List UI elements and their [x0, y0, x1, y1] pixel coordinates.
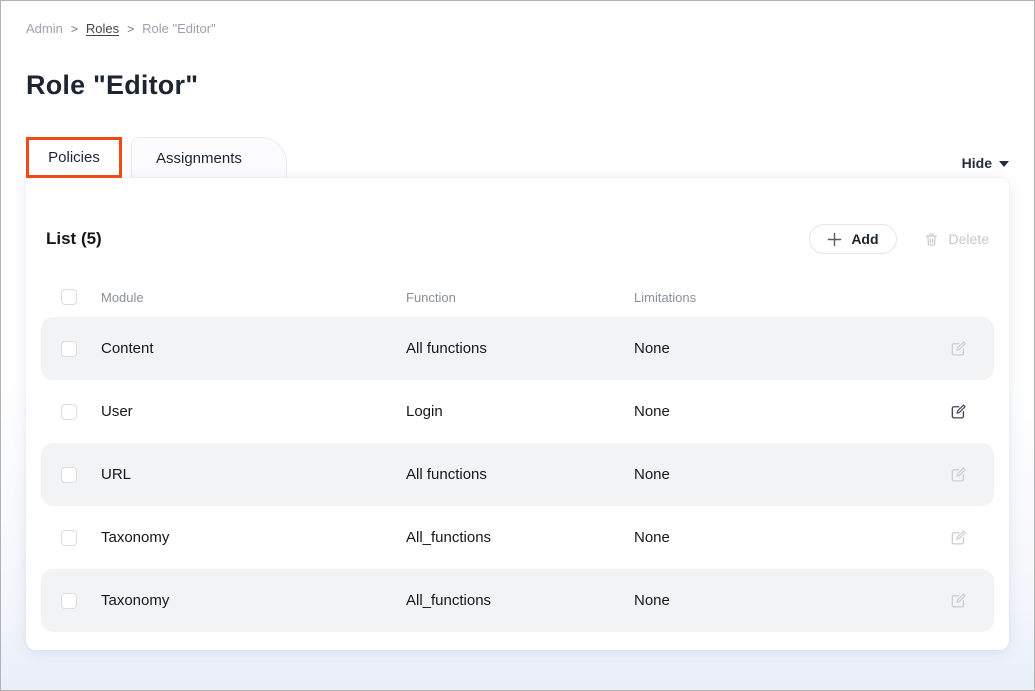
admin-page: Admin > Roles > Role "Editor" Role "Edit… — [1, 21, 1034, 650]
breadcrumb-item-current: Role "Editor" — [142, 21, 216, 36]
tab-policies[interactable]: Policies — [26, 137, 122, 178]
column-header-function: Function — [406, 290, 634, 305]
chevron-down-icon — [999, 161, 1009, 167]
edit-icon — [949, 339, 968, 358]
select-all-checkbox[interactable] — [61, 289, 77, 305]
breadcrumb-item-admin[interactable]: Admin — [26, 21, 63, 36]
edit-row-button[interactable] — [938, 465, 978, 484]
table-row[interactable]: URL All functions None — [41, 443, 994, 506]
panel-actions: Add Delete — [809, 224, 989, 254]
cell-module: User — [101, 403, 406, 420]
table-rows: Content All functions None User Login — [41, 317, 994, 632]
table-row[interactable]: Taxonomy All_functions None — [41, 569, 994, 632]
cell-function: Login — [406, 403, 634, 420]
plus-icon — [827, 232, 842, 247]
page-title: Role "Editor" — [26, 70, 1009, 101]
table-header: Module Function Limitations — [41, 280, 994, 314]
tab-bar: Policies Assignments Hide — [26, 137, 1009, 178]
cell-function: All_functions — [406, 592, 634, 609]
row-checkbox[interactable] — [61, 530, 77, 546]
table-row[interactable]: User Login None — [41, 380, 994, 443]
breadcrumb-item-roles[interactable]: Roles — [86, 21, 119, 36]
cell-function: All functions — [406, 466, 634, 483]
delete-button-label: Delete — [949, 231, 989, 247]
column-header-module: Module — [101, 290, 406, 305]
cell-function: All_functions — [406, 529, 634, 546]
delete-button[interactable]: Delete — [923, 231, 989, 248]
tab-assignments[interactable]: Assignments — [131, 137, 287, 178]
policies-panel: List (5) Add Delete Module Fun — [26, 178, 1009, 650]
edit-row-button[interactable] — [938, 591, 978, 610]
cell-limitations: None — [634, 403, 938, 420]
add-button[interactable]: Add — [809, 224, 896, 254]
edit-icon — [949, 528, 968, 547]
row-checkbox[interactable] — [61, 404, 77, 420]
hide-toggle[interactable]: Hide — [962, 155, 1009, 171]
add-button-label: Add — [851, 231, 878, 247]
breadcrumb-separator: > — [127, 22, 134, 36]
cell-module: Taxonomy — [101, 592, 406, 609]
row-checkbox[interactable] — [61, 341, 77, 357]
row-checkbox[interactable] — [61, 467, 77, 483]
column-header-limitations: Limitations — [634, 290, 938, 305]
cell-module: Content — [101, 340, 406, 357]
cell-function: All functions — [406, 340, 634, 357]
edit-icon — [949, 465, 968, 484]
edit-icon — [949, 402, 968, 421]
cell-limitations: None — [634, 340, 938, 357]
cell-limitations: None — [634, 529, 938, 546]
breadcrumb: Admin > Roles > Role "Editor" — [26, 21, 1009, 36]
panel-header: List (5) Add Delete — [41, 178, 994, 254]
table-row[interactable]: Content All functions None — [41, 317, 994, 380]
row-checkbox[interactable] — [61, 593, 77, 609]
cell-module: Taxonomy — [101, 529, 406, 546]
list-title: List (5) — [46, 229, 102, 249]
edit-icon — [949, 591, 968, 610]
cell-module: URL — [101, 466, 406, 483]
trash-icon — [923, 231, 940, 248]
table-row[interactable]: Taxonomy All_functions None — [41, 506, 994, 569]
cell-limitations: None — [634, 592, 938, 609]
edit-row-button[interactable] — [938, 339, 978, 358]
edit-row-button[interactable] — [938, 402, 978, 421]
edit-row-button[interactable] — [938, 528, 978, 547]
cell-limitations: None — [634, 466, 938, 483]
tab-policies-label: Policies — [48, 149, 100, 166]
hide-toggle-label: Hide — [962, 155, 992, 171]
breadcrumb-separator: > — [71, 22, 78, 36]
tab-assignments-label: Assignments — [156, 150, 242, 167]
